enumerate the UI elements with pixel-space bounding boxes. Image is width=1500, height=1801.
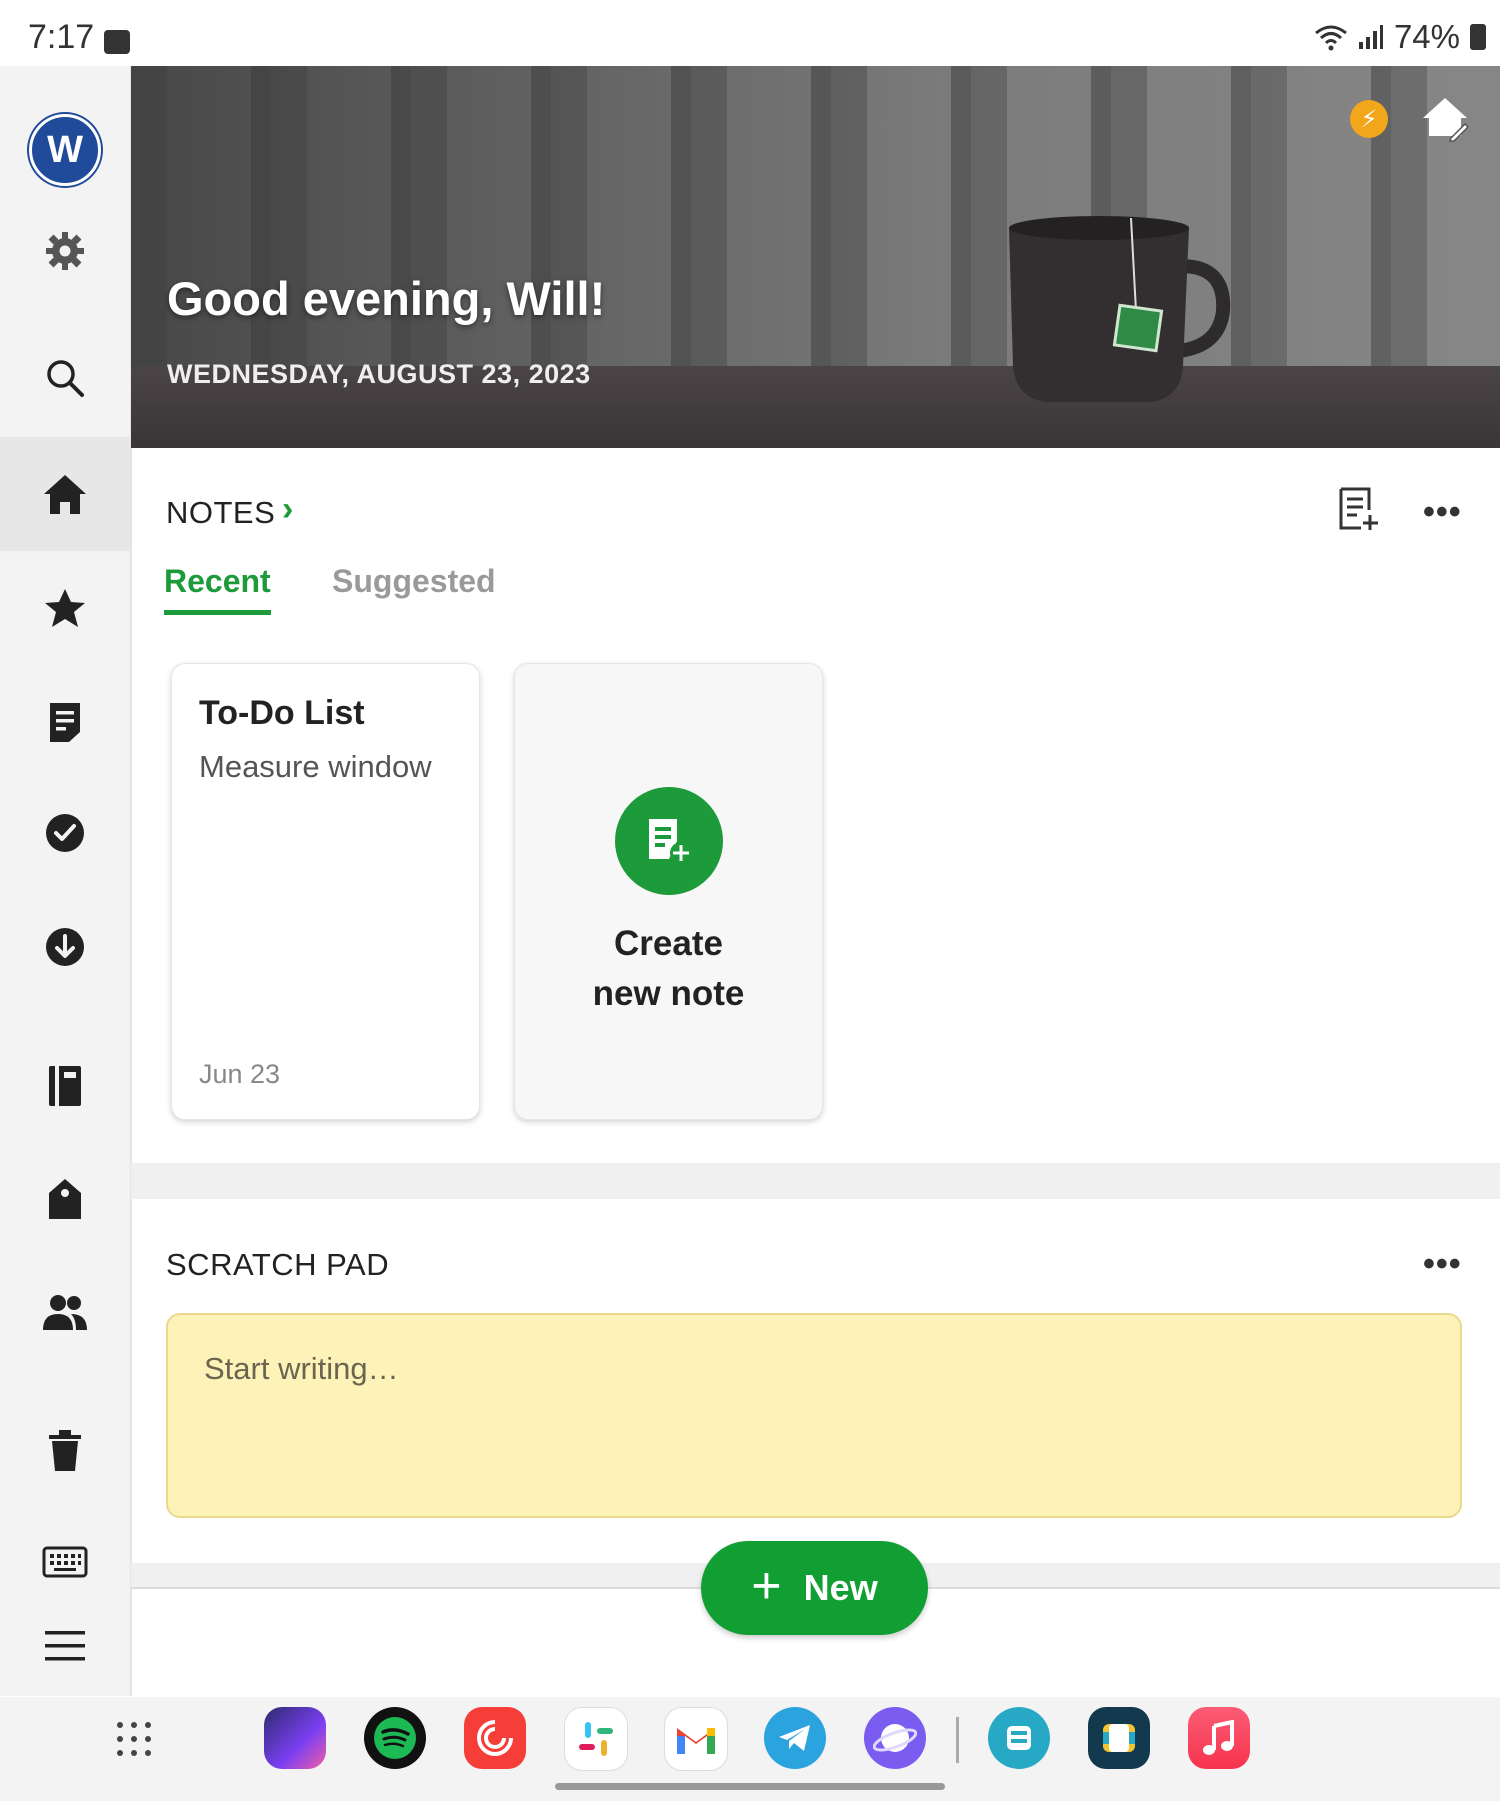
- upgrade-bolt-button[interactable]: ⚡: [1350, 100, 1388, 138]
- greeting-title: Good evening, Will!: [167, 272, 606, 325]
- bolt-icon: ⚡: [1360, 105, 1378, 133]
- greeting-date: WEDNESDAY, AUGUST 23, 2023: [167, 359, 591, 389]
- notes-section-title[interactable]: NOTES: [166, 495, 275, 531]
- create-note-card[interactable]: Create new note: [514, 663, 823, 1120]
- scratch-pad-title: SCRATCH PAD: [166, 1247, 390, 1282]
- search-icon: [47, 360, 84, 397]
- tag-icon: [49, 1179, 81, 1219]
- new-button[interactable]: + New: [701, 1541, 928, 1635]
- tab-recent[interactable]: Recent: [164, 563, 271, 615]
- gmail-app-icon[interactable]: [664, 1707, 728, 1771]
- wifi-icon: [1315, 25, 1347, 51]
- create-note-circle: [615, 787, 723, 895]
- tea-mug-illustration: [1009, 216, 1231, 402]
- people-icon: [43, 1295, 87, 1330]
- sidebar-item-notes[interactable]: [0, 672, 130, 772]
- create-note-label-line2: new note: [592, 974, 745, 1013]
- battery-percent: 74%: [1393, 18, 1460, 55]
- plus-icon: +: [751, 1557, 782, 1615]
- new-button-label: New: [803, 1567, 878, 1608]
- notes-more-button[interactable]: •••: [1423, 493, 1462, 532]
- battery-icon: [1470, 24, 1486, 50]
- status-time: 7:17: [28, 18, 95, 56]
- slack-logo: [579, 1722, 613, 1756]
- pocket-casts-app-icon[interactable]: [464, 1707, 526, 1769]
- hero-banner: Good evening, Will! WEDNESDAY, AUGUST 23…: [131, 66, 1500, 448]
- dock-separator: [956, 1717, 959, 1763]
- scratch-pad-input[interactable]: Start writing…: [166, 1313, 1462, 1518]
- new-note-icon: [649, 819, 692, 864]
- tab-suggested[interactable]: Suggested: [332, 563, 496, 600]
- sidebar-item-search[interactable]: [0, 328, 130, 428]
- notebook-icon: [49, 1066, 81, 1106]
- sidebar-item-tasks[interactable]: [0, 783, 130, 883]
- scratch-pad-more-button[interactable]: •••: [1423, 1245, 1462, 1284]
- sidebar-item-shared[interactable]: [0, 1262, 130, 1362]
- spotify-logo: [374, 1717, 416, 1759]
- hamburger-icon: [45, 1631, 85, 1661]
- note-card[interactable]: To-Do List Measure window Jun 23: [171, 663, 480, 1120]
- gmail-logo: [677, 1728, 715, 1754]
- bezel-app-icon[interactable]: [264, 1707, 326, 1769]
- chevron-right-icon[interactable]: ›: [282, 490, 293, 529]
- status-right: 74%: [1314, 18, 1486, 56]
- note-card-title: To-Do List: [199, 694, 365, 732]
- customize-home-button[interactable]: [1421, 94, 1469, 142]
- scratch-pad-placeholder: Start writing…: [204, 1351, 399, 1386]
- music-app-icon[interactable]: [1188, 1707, 1250, 1769]
- signal-icon: [1358, 25, 1383, 49]
- gear-icon: [46, 232, 84, 270]
- sidebar-item-shortcuts[interactable]: [0, 558, 130, 658]
- section-divider: [131, 1163, 1500, 1199]
- dark-app-logo: [1103, 1724, 1135, 1752]
- sidebar-item-home[interactable]: [0, 437, 130, 551]
- note-icon: [50, 703, 80, 742]
- app-drawer-icon[interactable]: [114, 1719, 154, 1759]
- samsung-internet-app-icon[interactable]: [864, 1707, 926, 1769]
- gallery-icon: [104, 30, 130, 54]
- sidebar-item-tags[interactable]: [0, 1149, 130, 1249]
- gesture-home-bar[interactable]: [555, 1783, 945, 1790]
- samsung-internet-logo: [873, 1724, 917, 1752]
- sidebar: W: [0, 66, 132, 1696]
- spotify-app-icon[interactable]: [364, 1707, 426, 1769]
- download-icon: [46, 928, 84, 966]
- pocket-casts-logo: [477, 1720, 513, 1756]
- sidebar-item-menu[interactable]: [0, 1596, 130, 1696]
- star-icon: [45, 589, 85, 627]
- trash-icon: [49, 1430, 81, 1471]
- telegram-app-icon[interactable]: [764, 1707, 826, 1769]
- add-note-icon[interactable]: [1337, 486, 1381, 532]
- home-icon: [44, 475, 86, 514]
- avatar: W: [29, 114, 101, 186]
- sidebar-item-trash[interactable]: [0, 1401, 130, 1501]
- music-note-icon: [1203, 1720, 1234, 1755]
- account-avatar-button[interactable]: W: [0, 100, 130, 200]
- check-circle-icon: [46, 814, 84, 852]
- sidebar-item-offline[interactable]: [0, 897, 130, 997]
- blue-app-icon[interactable]: [988, 1707, 1050, 1769]
- create-note-label-line1: Create: [614, 924, 723, 963]
- note-card-date: Jun 23: [199, 1059, 281, 1089]
- sidebar-item-settings[interactable]: [0, 201, 130, 301]
- telegram-logo: [779, 1725, 810, 1751]
- keyboard-icon: [42, 1546, 88, 1578]
- slack-app-icon[interactable]: [564, 1707, 628, 1771]
- blue-app-logo: [1007, 1726, 1031, 1750]
- dark-app-icon[interactable]: [1088, 1707, 1150, 1769]
- note-card-snippet: Measure window: [199, 749, 432, 784]
- create-note-label: Create new note: [515, 919, 822, 1019]
- sidebar-item-notebooks[interactable]: [0, 1036, 130, 1136]
- status-bar: 7:17 74%: [0, 0, 1500, 66]
